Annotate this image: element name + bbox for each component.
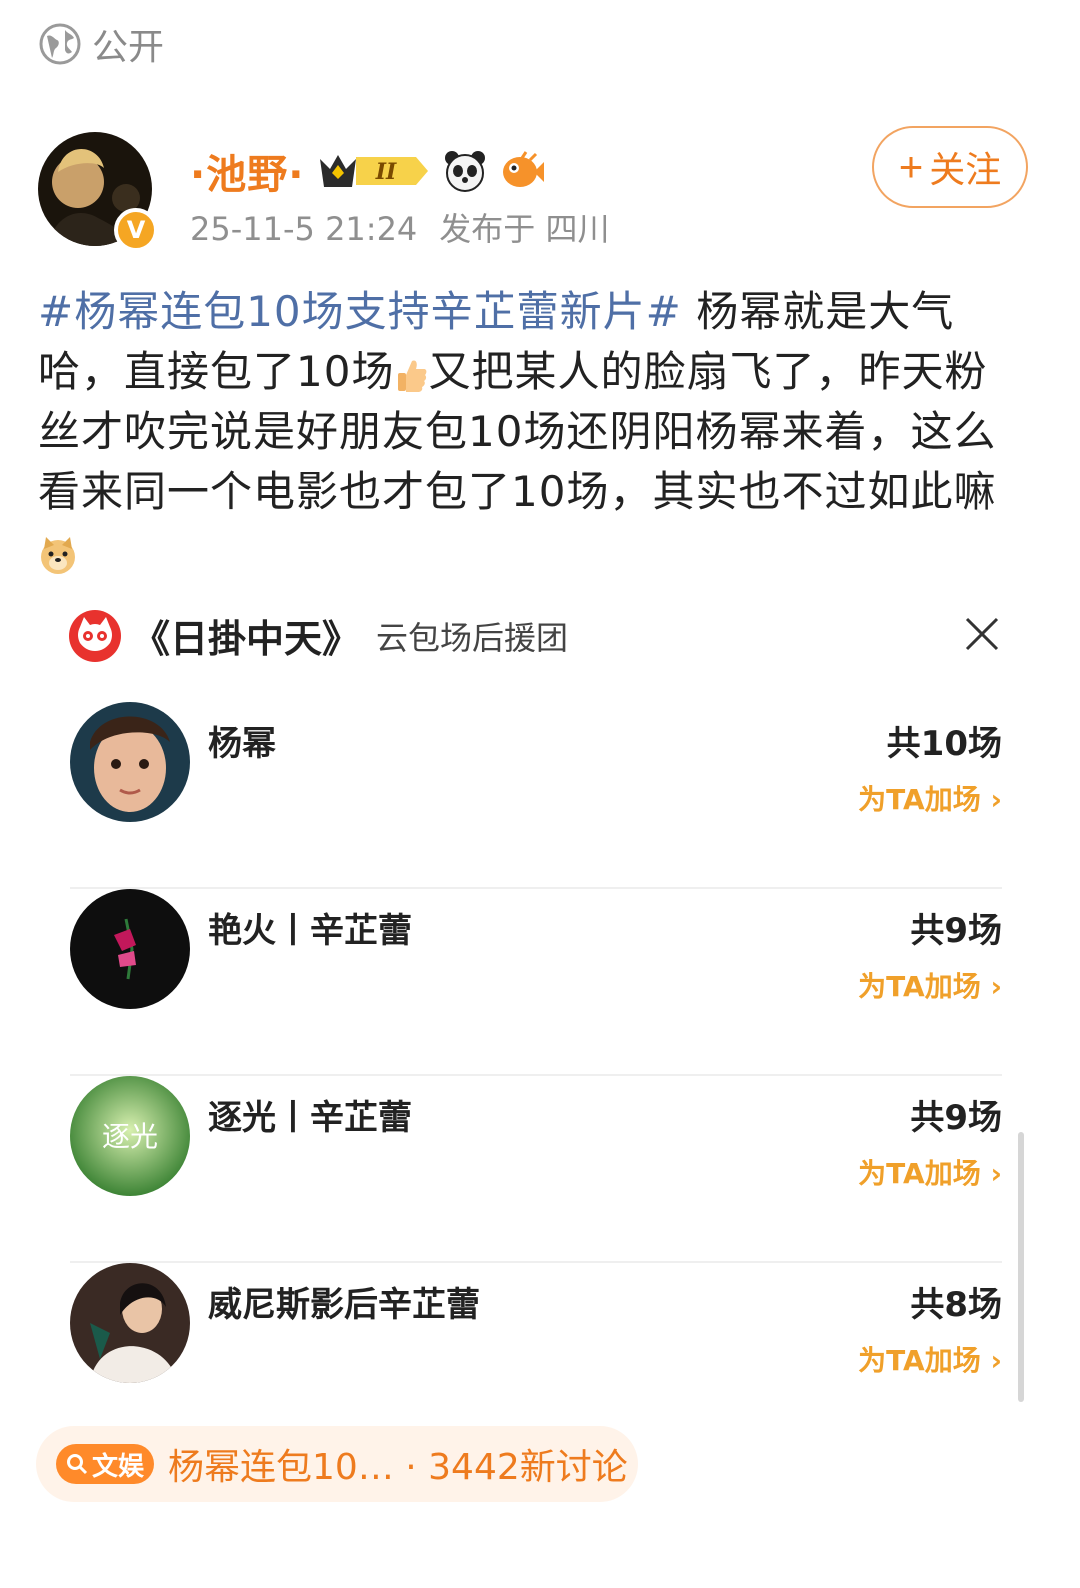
post-meta: 25-11-5 21:24 发布于 四川 — [190, 204, 609, 250]
post-location: 发布于 四川 — [439, 210, 610, 248]
cloud-screening-card: 《日掛中天》 云包场后援团 杨幂 共10场 为TA加场 › 艳火丨辛芷蕾 共9场… — [36, 592, 1032, 1402]
verified-v-icon: V — [114, 208, 158, 252]
row-avatar — [70, 1263, 190, 1383]
post-timestamp: 25-11-5 21:24 — [190, 210, 418, 248]
chevron-right-icon: › — [990, 1344, 1002, 1377]
add-screening-label: 为TA加场 — [858, 1157, 981, 1190]
globe-icon — [39, 23, 81, 65]
pufferfish-icon[interactable] — [500, 148, 546, 194]
list-item[interactable]: 威尼斯影后辛芷蕾 共8场 为TA加场 › — [70, 1263, 1002, 1450]
follow-label: 关注 — [929, 149, 1002, 190]
entertainment-tag: 文娱 — [56, 1444, 155, 1484]
row-avatar — [70, 889, 190, 1009]
author-name[interactable]: ·池野· — [190, 142, 304, 200]
add-screening-label: 为TA加场 — [858, 783, 981, 816]
add-screening-label: 为TA加场 — [858, 1344, 981, 1377]
avatar-title-text: 逐光 — [102, 1120, 158, 1153]
doge-icon — [41, 536, 75, 574]
row-avatar: 逐光 — [70, 1076, 190, 1196]
card-subtitle: 云包场后援团 — [376, 618, 569, 657]
row-avatar — [70, 702, 190, 822]
chevron-right-icon: › — [990, 970, 1002, 1003]
author-avatar[interactable]: V — [38, 132, 158, 252]
post-body: #杨幂连包10场支持辛芷蕾新片# 杨幂就是大气哈，直接包了10场 又把某人的脸扇… — [38, 282, 1028, 582]
scrollbar[interactable] — [1018, 1132, 1024, 1402]
crown-level-text: II — [375, 159, 397, 185]
thumbs-up-icon — [398, 359, 427, 392]
chevron-right-icon: › — [990, 783, 1002, 816]
movie-title: 《日掛中天》 — [132, 617, 361, 661]
add-screening-label: 为TA加场 — [858, 970, 981, 1003]
row-count: 共10场 — [886, 724, 1002, 764]
discussion-text: 杨幂连包10… · 3442新讨论 — [168, 1447, 628, 1488]
plus-icon: + — [898, 143, 924, 190]
maoyan-cat-icon — [69, 609, 121, 662]
list-item[interactable]: 杨幂 共10场 为TA加场 › — [70, 702, 1002, 889]
visibility-indicator: 公开 — [38, 18, 164, 70]
chevron-right-icon: › — [990, 1157, 1002, 1190]
panda-icon[interactable] — [442, 148, 488, 194]
add-screening-link[interactable]: 为TA加场 › — [858, 1339, 1002, 1379]
add-screening-link[interactable]: 为TA加场 › — [858, 778, 1002, 818]
add-screening-link[interactable]: 为TA加场 › — [858, 965, 1002, 1005]
follow-button[interactable]: + 关注 — [872, 126, 1028, 208]
post-hashtag[interactable]: #杨幂连包10场支持辛芷蕾新片# — [38, 287, 682, 336]
crown-level-badge[interactable]: II — [316, 149, 430, 193]
card-header: 《日掛中天》 云包场后援团 — [68, 608, 568, 663]
topic-discussion-pill[interactable]: 文娱 杨幂连包10… · 3442新讨论 — [36, 1426, 638, 1502]
row-name: 杨幂 — [208, 724, 276, 764]
list-item[interactable]: 逐光 逐光丨辛芷蕾 共9场 为TA加场 › — [70, 1076, 1002, 1263]
row-name: 逐光丨辛芷蕾 — [208, 1098, 412, 1138]
search-icon — [67, 1454, 88, 1475]
add-screening-link[interactable]: 为TA加场 › — [858, 1152, 1002, 1192]
close-icon[interactable] — [964, 616, 1000, 652]
entertainment-tag-label: 文娱 — [92, 1451, 145, 1482]
row-name: 艳火丨辛芷蕾 — [208, 911, 412, 951]
post-header: V ·池野· II 25-11-5 21:24 发布于 四川 + 关注 — [38, 126, 1038, 252]
author-name-row: ·池野· II — [190, 142, 546, 200]
support-group-list: 杨幂 共10场 为TA加场 › 艳火丨辛芷蕾 共9场 为TA加场 › 逐光 逐光… — [70, 702, 1002, 1450]
list-item[interactable]: 艳火丨辛芷蕾 共9场 为TA加场 › — [70, 889, 1002, 1076]
row-count: 共9场 — [910, 911, 1002, 951]
row-count: 共9场 — [910, 1098, 1002, 1138]
row-name: 威尼斯影后辛芷蕾 — [208, 1285, 480, 1325]
visibility-label: 公开 — [92, 27, 165, 68]
row-count: 共8场 — [910, 1285, 1002, 1325]
